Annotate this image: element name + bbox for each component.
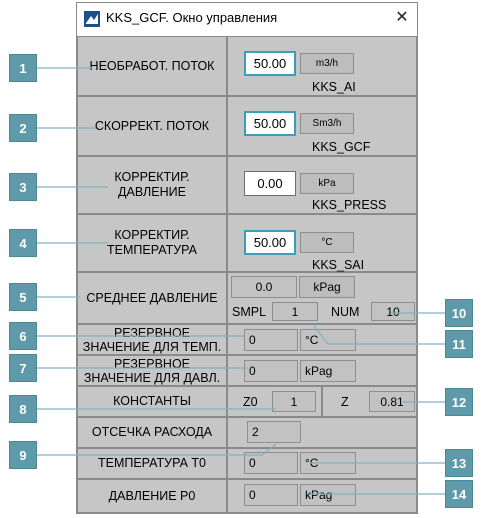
callout-badge-12: 12 <box>445 388 473 416</box>
callout-badge-9: 9 <box>9 441 37 469</box>
callout-badge-11: 11 <box>445 330 473 358</box>
callout-badge-7: 7 <box>9 354 37 382</box>
callout-badge-14: 14 <box>445 480 473 508</box>
callout-lines <box>37 67 445 495</box>
callout-badge-4: 4 <box>9 229 37 257</box>
callout-badge-6: 6 <box>9 322 37 350</box>
callout-badge-3: 3 <box>9 173 37 201</box>
callout-line-11 <box>313 325 445 345</box>
callout-badge-8: 8 <box>9 395 37 423</box>
callout-line-9 <box>37 443 277 456</box>
callout-badge-13: 13 <box>445 449 473 477</box>
callout-badge-10: 10 <box>445 299 473 327</box>
callout-badge-5: 5 <box>9 283 37 311</box>
callout-badge-1: 1 <box>9 54 37 82</box>
callout-badge-2: 2 <box>9 114 37 142</box>
